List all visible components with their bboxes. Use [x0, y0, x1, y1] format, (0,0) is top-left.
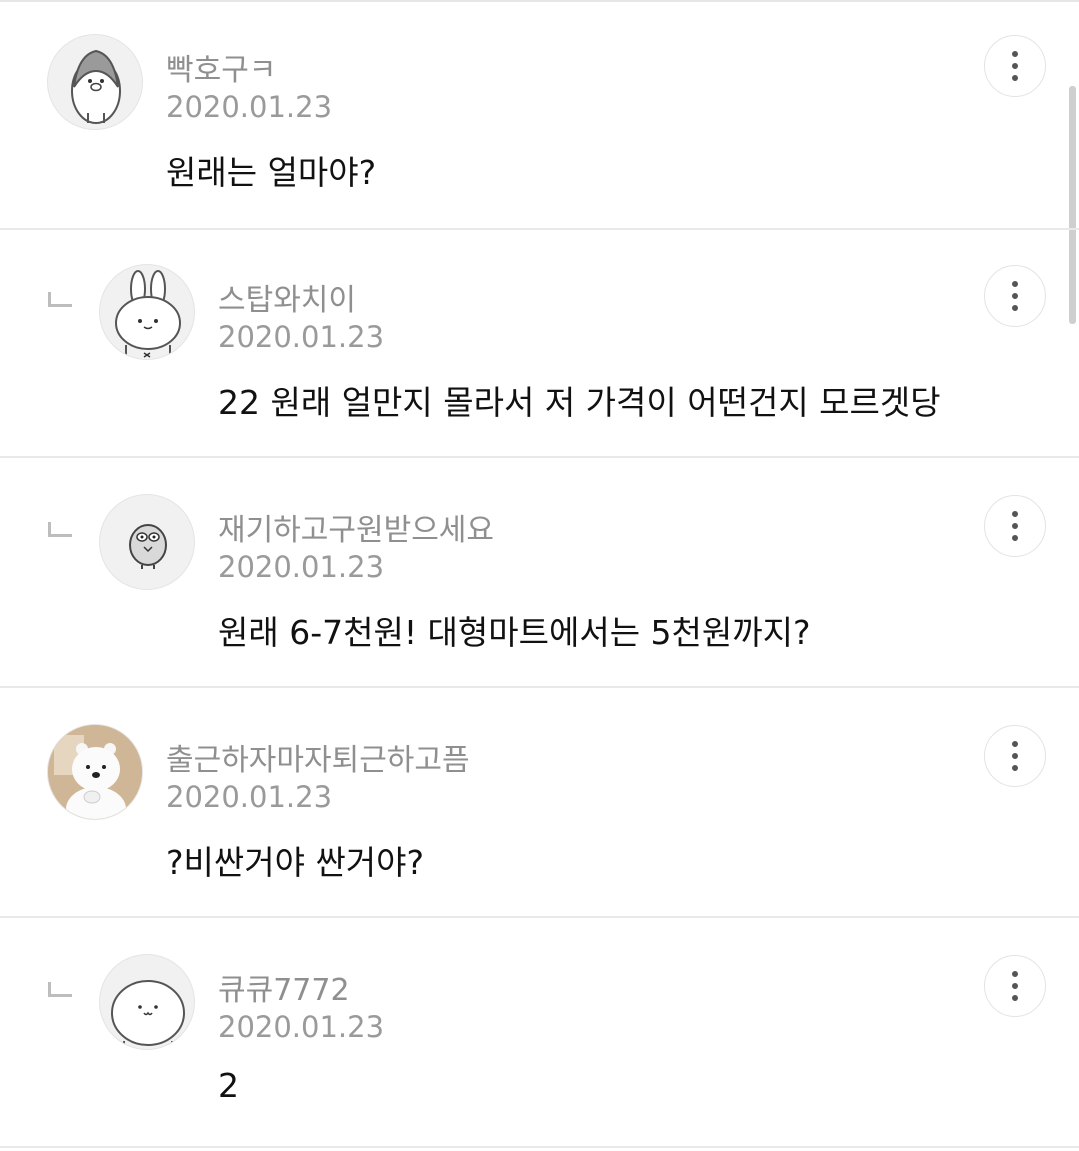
username[interactable]: 스탑와치이 [218, 275, 356, 319]
comment-date: 2020.01.23 [166, 90, 333, 124]
more-vertical-icon[interactable] [984, 955, 1046, 1017]
username[interactable]: 재기하고구원받으세요 [218, 505, 494, 549]
more-vertical-icon[interactable] [984, 495, 1046, 557]
comment-text: 원래는 얼마야? [166, 153, 377, 192]
username[interactable]: 빡호구ㅋ [166, 45, 276, 89]
reply-indicator-icon [48, 982, 72, 997]
blob-avatar-icon[interactable] [99, 954, 195, 1050]
more-vertical-icon[interactable] [984, 265, 1046, 327]
reply-indicator-icon [48, 292, 72, 307]
polar-bear-avatar-icon[interactable] [47, 724, 143, 820]
penguin-avatar-icon[interactable] [47, 34, 143, 130]
username[interactable]: 큐큐7772 [218, 965, 350, 1009]
bird-avatar-icon[interactable] [99, 494, 195, 590]
reply-comment-item: 스탑와치이 2020.01.23 22 원래 얼만지 몰라서 저 가격이 어떤건… [0, 228, 1079, 458]
more-vertical-icon[interactable] [984, 725, 1046, 787]
comment-date: 2020.01.23 [218, 1010, 385, 1044]
username[interactable]: 출근하자마자퇴근하고픔 [166, 735, 470, 779]
comment-date: 2020.01.23 [166, 780, 333, 814]
comment-text: 원래 6-7천원! 대형마트에서는 5천원까지? [218, 613, 811, 652]
comment-item: 출근하자마자퇴근하고픔 2020.01.23 ?비싼거야 싼거야? [0, 688, 1079, 918]
comment-text: 22 원래 얼만지 몰라서 저 가격이 어떤건지 모르겟당 [218, 383, 941, 422]
reply-comment-item: 큐큐7772 2020.01.23 2 [0, 918, 1079, 1148]
reply-comment-item: 재기하고구원받으세요 2020.01.23 원래 6-7천원! 대형마트에서는 … [0, 458, 1079, 688]
rabbit-avatar-icon[interactable] [99, 264, 195, 360]
comment-item: 빡호구ㅋ 2020.01.23 원래는 얼마야? [0, 0, 1079, 230]
comment-date: 2020.01.23 [218, 320, 385, 354]
more-vertical-icon[interactable] [984, 35, 1046, 97]
comment-text: 2 [218, 1066, 239, 1105]
reply-indicator-icon [48, 522, 72, 537]
comment-text: ?비싼거야 싼거야? [166, 843, 425, 882]
comment-date: 2020.01.23 [218, 550, 385, 584]
